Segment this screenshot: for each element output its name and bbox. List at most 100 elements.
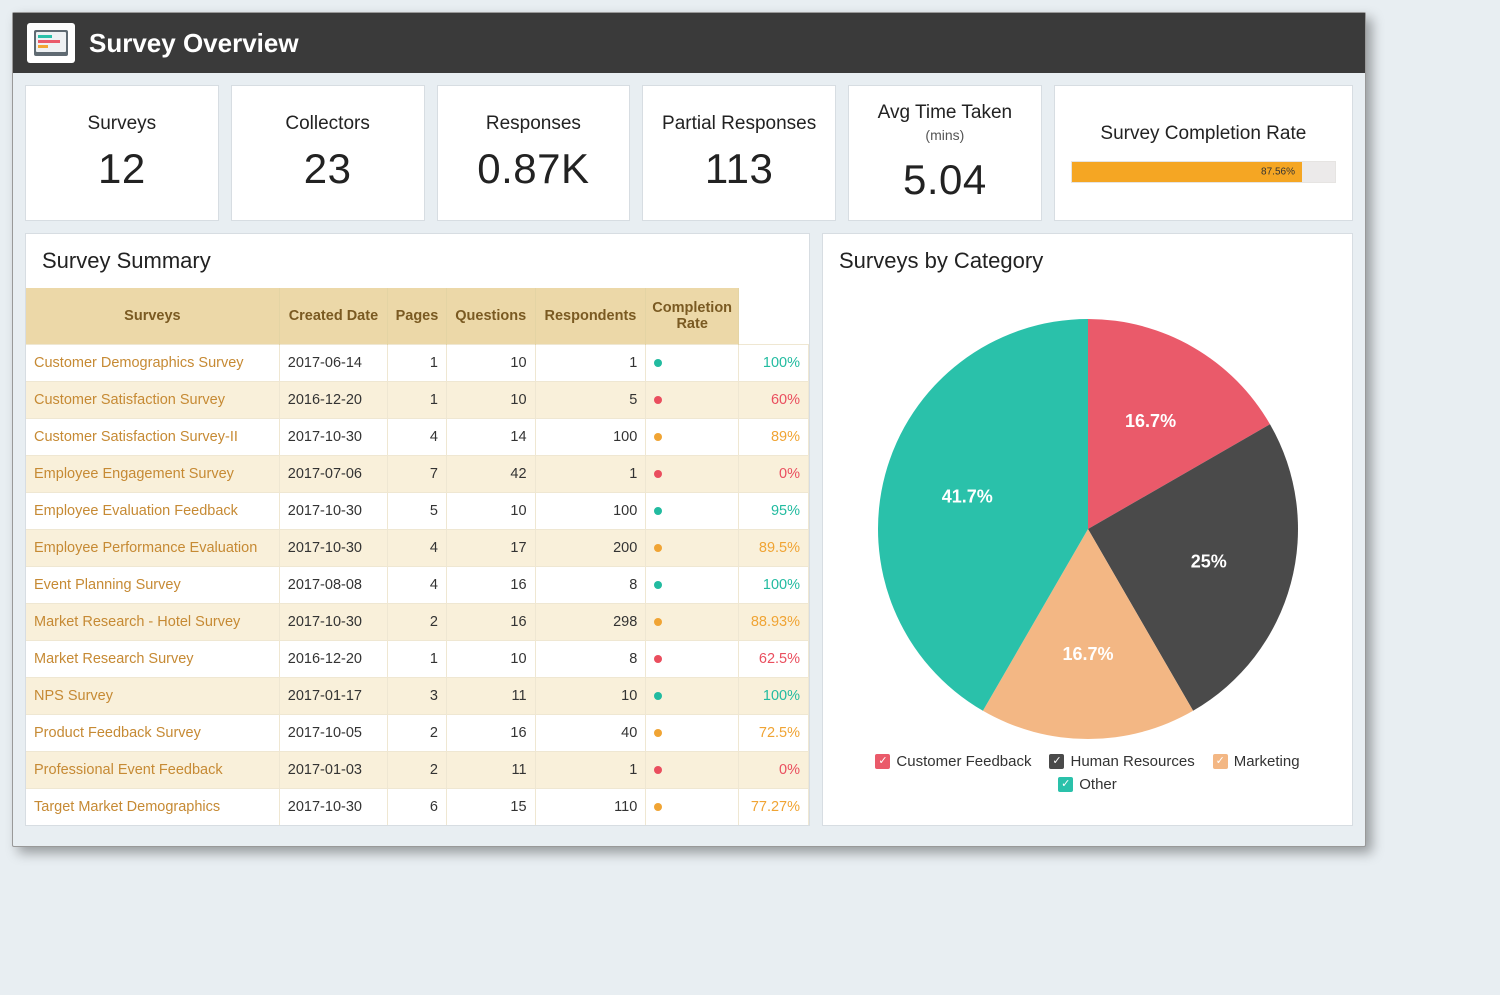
table-row[interactable]: Market Research - Hotel Survey2017-10-30… <box>26 604 809 641</box>
completion-pct: 87.56% <box>1261 167 1295 178</box>
pages: 7 <box>388 456 447 493</box>
completion-rate: 95% <box>739 493 809 530</box>
pages: 1 <box>388 382 447 419</box>
slice-label: 16.7% <box>1125 410 1176 430</box>
survey-name: Professional Event Feedback <box>26 752 279 789</box>
column-header[interactable]: Questions <box>446 288 535 345</box>
legend-item[interactable]: ✓ Customer Feedback <box>875 753 1031 770</box>
respondents: 1 <box>535 345 646 382</box>
rate-indicator <box>646 604 739 641</box>
legend-label: Customer Feedback <box>896 753 1031 770</box>
slice-label: 16.7% <box>1062 644 1113 664</box>
questions: 10 <box>446 641 535 678</box>
legend-swatch: ✓ <box>875 754 890 769</box>
survey-name: NPS Survey <box>26 678 279 715</box>
completion-rate: 100% <box>739 567 809 604</box>
completion-rate: 0% <box>739 752 809 789</box>
legend-swatch: ✓ <box>1058 777 1073 792</box>
table-row[interactable]: Market Research Survey2016-12-20110862.5… <box>26 641 809 678</box>
table-row[interactable]: Employee Performance Evaluation2017-10-3… <box>26 530 809 567</box>
legend-swatch: ✓ <box>1049 754 1064 769</box>
pages: 1 <box>388 345 447 382</box>
respondents: 298 <box>535 604 646 641</box>
survey-icon <box>27 23 75 63</box>
pages: 3 <box>388 678 447 715</box>
completion-rate: 100% <box>739 678 809 715</box>
column-header[interactable]: Surveys <box>26 288 279 345</box>
kpi-row: Surveys 12 Collectors 23 Responses 0.87K… <box>13 73 1365 221</box>
kpi-avg-time[interactable]: Avg Time Taken (mins) 5.04 <box>848 85 1042 221</box>
pages: 2 <box>388 604 447 641</box>
kpi-label: Collectors <box>240 113 416 135</box>
kpi-partial-responses[interactable]: Partial Responses 113 <box>642 85 836 221</box>
legend-item[interactable]: ✓Human Resources <box>1049 753 1194 770</box>
kpi-value: 5.04 <box>857 156 1033 204</box>
kpi-value: 23 <box>240 145 416 193</box>
pages: 6 <box>388 789 447 826</box>
respondents: 8 <box>535 567 646 604</box>
rate-indicator <box>646 641 739 678</box>
kpi-completion-rate[interactable]: Survey Completion Rate 87.56% <box>1054 85 1353 221</box>
created-date: 2017-08-08 <box>279 567 387 604</box>
column-header[interactable]: Completion Rate <box>646 288 739 345</box>
questions: 15 <box>446 789 535 826</box>
table-row[interactable]: NPS Survey2017-01-1731110 100% <box>26 678 809 715</box>
kpi-value: 0.87K <box>446 145 622 193</box>
page-title: Survey Overview <box>89 28 299 59</box>
survey-summary-table: SurveysCreated DatePagesQuestionsRespond… <box>26 288 809 825</box>
table-row[interactable]: Customer Satisfaction Survey-II2017-10-3… <box>26 419 809 456</box>
dashboard: Survey Overview Surveys 12 Collectors 23… <box>12 12 1366 847</box>
survey-name: Customer Satisfaction Survey <box>26 382 279 419</box>
created-date: 2016-12-20 <box>279 641 387 678</box>
created-date: 2017-07-06 <box>279 456 387 493</box>
table-row[interactable]: Customer Demographics Survey2017-06-1411… <box>26 345 809 382</box>
pie-legend: ✓ Customer Feedback ✓Human Resources ✓Marke… <box>833 749 1342 799</box>
created-date: 2017-01-17 <box>279 678 387 715</box>
table-row[interactable]: Employee Engagement Survey2017-07-067421… <box>26 456 809 493</box>
survey-name: Customer Satisfaction Survey-II <box>26 419 279 456</box>
kpi-collectors[interactable]: Collectors 23 <box>231 85 425 221</box>
questions: 17 <box>446 530 535 567</box>
legend-item[interactable]: ✓Marketing <box>1213 753 1300 770</box>
created-date: 2017-10-30 <box>279 419 387 456</box>
created-date: 2017-10-30 <box>279 530 387 567</box>
table-row[interactable]: Event Planning Survey2017-08-084168100% <box>26 567 809 604</box>
questions: 11 <box>446 678 535 715</box>
respondents: 1 <box>535 752 646 789</box>
survey-name: Customer Demographics Survey <box>26 345 279 382</box>
created-date: 2017-06-14 <box>279 345 387 382</box>
column-header[interactable]: Created Date <box>279 288 387 345</box>
completion-rate: 89% <box>739 419 809 456</box>
respondents: 10 <box>535 678 646 715</box>
pages: 2 <box>388 715 447 752</box>
rate-indicator <box>646 345 739 382</box>
category-pie-chart[interactable]: 16.7%25%16.7%41.7% <box>868 309 1308 749</box>
table-row[interactable]: Employee Evaluation Feedback2017-10-3051… <box>26 493 809 530</box>
kpi-responses[interactable]: Responses 0.87K <box>437 85 631 221</box>
respondents: 1 <box>535 456 646 493</box>
column-header[interactable]: Pages <box>388 288 447 345</box>
column-header[interactable]: Respondents <box>535 288 646 345</box>
rate-indicator <box>646 678 739 715</box>
respondents: 110 <box>535 789 646 826</box>
completion-rate: 88.93% <box>739 604 809 641</box>
table-row[interactable]: Customer Satisfaction Survey2016-12-2011… <box>26 382 809 419</box>
survey-name: Event Planning Survey <box>26 567 279 604</box>
questions: 16 <box>446 604 535 641</box>
questions: 11 <box>446 752 535 789</box>
kpi-value: 113 <box>651 145 827 193</box>
questions: 10 <box>446 493 535 530</box>
rate-indicator <box>646 419 739 456</box>
progress-bar: 87.56% <box>1063 155 1344 183</box>
table-row[interactable]: Target Market Demographics2017-10-306151… <box>26 789 809 826</box>
legend-item[interactable]: ✓Other <box>1058 776 1117 793</box>
survey-summary-panel: Survey Summary SurveysCreated DatePagesQ… <box>25 233 810 826</box>
table-row[interactable]: Product Feedback Survey2017-10-052164072… <box>26 715 809 752</box>
respondents: 8 <box>535 641 646 678</box>
table-row[interactable]: Professional Event Feedback2017-01-03211… <box>26 752 809 789</box>
rate-indicator <box>646 456 739 493</box>
kpi-surveys[interactable]: Surveys 12 <box>25 85 219 221</box>
completion-rate: 89.5% <box>739 530 809 567</box>
pages: 1 <box>388 641 447 678</box>
created-date: 2016-12-20 <box>279 382 387 419</box>
